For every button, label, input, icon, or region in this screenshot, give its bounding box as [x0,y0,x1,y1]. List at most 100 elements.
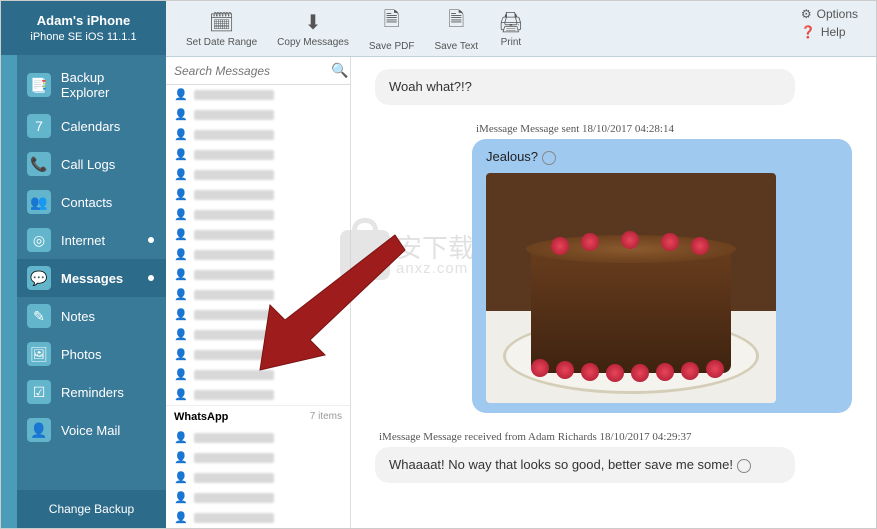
contact-list[interactable]: 🔍 👤👤👤👤👤👤👤👤👤👤👤👤👤👤👤👤 WhatsApp 7 items 👤👤👤👤… [166,57,351,528]
text-icon: 🗎 [448,5,464,39]
sidebar-item-notes[interactable]: ✎ Notes [17,297,166,335]
contact-name-redacted [194,250,274,260]
nav-label: Photos [61,347,101,362]
person-icon: 👤 [174,388,188,402]
sidebar-item-reminders[interactable]: ☑ Reminders [17,373,166,411]
person-icon: 👤 [174,108,188,122]
contact-row[interactable]: 👤 [166,365,350,385]
contact-name-redacted [194,150,274,160]
nav-label: Call Logs [61,157,115,172]
attachment-image[interactable] [486,173,776,403]
change-backup-button[interactable]: Change Backup [17,490,166,528]
nav-label: Voice Mail [61,423,120,438]
contact-row[interactable]: 👤 [166,145,350,165]
contact-row[interactable]: 👤 [166,245,350,265]
search-box[interactable]: 🔍 [166,57,350,85]
save-pdf-button[interactable]: 🗎 Save PDF [359,1,425,56]
person-icon: 👤 [174,248,188,262]
sidebar-item-photos[interactable]: 🖼Photos [17,335,166,373]
contact-row[interactable]: 👤 [166,225,350,245]
contact-row[interactable]: 👤 [166,305,350,325]
sidebar-item-internet[interactable]: ◎Internet [17,221,166,259]
search-input[interactable] [174,64,331,78]
nav-label: Reminders [61,385,124,400]
person-icon: 👤 [174,431,188,445]
contact-row[interactable]: 👤 [166,508,350,528]
nav-icon: 👥 [27,190,51,214]
search-icon[interactable]: 🔍 [331,62,348,79]
nav-icon: ☑ [27,380,51,404]
contact-row[interactable]: 👤 [166,468,350,488]
contact-name-redacted [194,130,274,140]
contact-row[interactable]: 👤 [166,488,350,508]
nav-label: Notes [61,309,95,324]
sidebar-item-calendars[interactable]: 7Calendars [17,107,166,145]
contact-row[interactable]: 👤 [166,205,350,225]
whatsapp-section[interactable]: WhatsApp 7 items [166,405,350,428]
emoji-icon [737,459,751,473]
set-date-range-button[interactable]: 🗓 Set Date Range [176,6,267,52]
sidebar-item-contacts[interactable]: 👥 Contacts [17,183,166,221]
person-icon: 👤 [174,228,188,242]
nav-label: Contacts [61,195,112,210]
options-button[interactable]: ⚙Options [801,7,858,21]
sidebar-item-messages[interactable]: 💬 Messages [17,259,166,297]
download-icon: ⬇ [305,10,322,35]
contact-name-redacted [194,453,274,463]
contact-row[interactable]: 👤 [166,345,350,365]
nav-icon: ✎ [27,304,51,328]
messages-pane[interactable]: Woah what?!? iMessage Message sent 18/10… [351,57,876,528]
contact-row[interactable]: 👤 [166,165,350,185]
person-icon: 👤 [174,308,188,322]
contact-name-redacted [194,290,274,300]
indicator-dot [148,275,154,281]
nav-label: Backup Explorer [61,70,156,100]
message-bubble: Jealous? [472,139,852,413]
contact-row[interactable]: 👤 [166,85,350,105]
help-button[interactable]: ❓Help [801,25,858,39]
gear-icon: ⚙ [801,7,812,21]
save-text-button[interactable]: 🗎 Save Text [424,1,488,56]
contact-row[interactable]: 👤 [166,428,350,448]
contact-row[interactable]: 👤 [166,385,350,405]
message-meta: iMessage Message received from Adam Rich… [375,431,795,443]
person-icon: 👤 [174,88,188,102]
contact-row[interactable]: 👤 [166,325,350,345]
nav-icon: 👤 [27,418,51,442]
contact-row[interactable]: 👤 [166,185,350,205]
nav-icon: 📑 [27,73,51,97]
contact-row[interactable]: 👤 [166,125,350,145]
help-icon: ❓ [801,25,816,39]
person-icon: 👤 [174,148,188,162]
contact-name-redacted [194,110,274,120]
sidebar-item-backup-explorer[interactable]: 📑 Backup Explorer [17,63,166,107]
person-icon: 👤 [174,208,188,222]
person-icon: 👤 [174,188,188,202]
contact-row[interactable]: 👤 [166,105,350,125]
contact-name-redacted [194,513,274,523]
contact-row[interactable]: 👤 [166,265,350,285]
person-icon: 👤 [174,491,188,505]
copy-messages-button[interactable]: ⬇ Copy Messages [267,6,359,52]
nav-label: Messages [61,271,123,286]
contact-name-redacted [194,170,274,180]
print-button[interactable]: 🖨 Print [488,6,533,52]
contact-row[interactable]: 👤 [166,285,350,305]
contact-name-redacted [194,310,274,320]
contact-name-redacted [194,433,274,443]
nav-label: Internet [61,233,105,248]
person-icon: 👤 [174,128,188,142]
nav-label: Calendars [61,119,120,134]
contact-row[interactable]: 👤 [166,448,350,468]
sidebar-item-call-logs[interactable]: 📞Call Logs [17,145,166,183]
person-icon: 👤 [174,511,188,525]
sidebar-item-voice-mail[interactable]: 👤 Voice Mail [17,411,166,449]
message-meta: iMessage Message sent 18/10/2017 04:28:1… [472,123,852,135]
person-icon: 👤 [174,368,188,382]
device-model: iPhone SE iOS 11.1.1 [9,31,158,43]
device-header: Adam's iPhone iPhone SE iOS 11.1.1 [1,1,166,55]
contact-name-redacted [194,493,274,503]
contact-name-redacted [194,270,274,280]
nav-icon: 💬 [27,266,51,290]
message-received: iMessage Message received from Adam Rich… [375,431,795,483]
